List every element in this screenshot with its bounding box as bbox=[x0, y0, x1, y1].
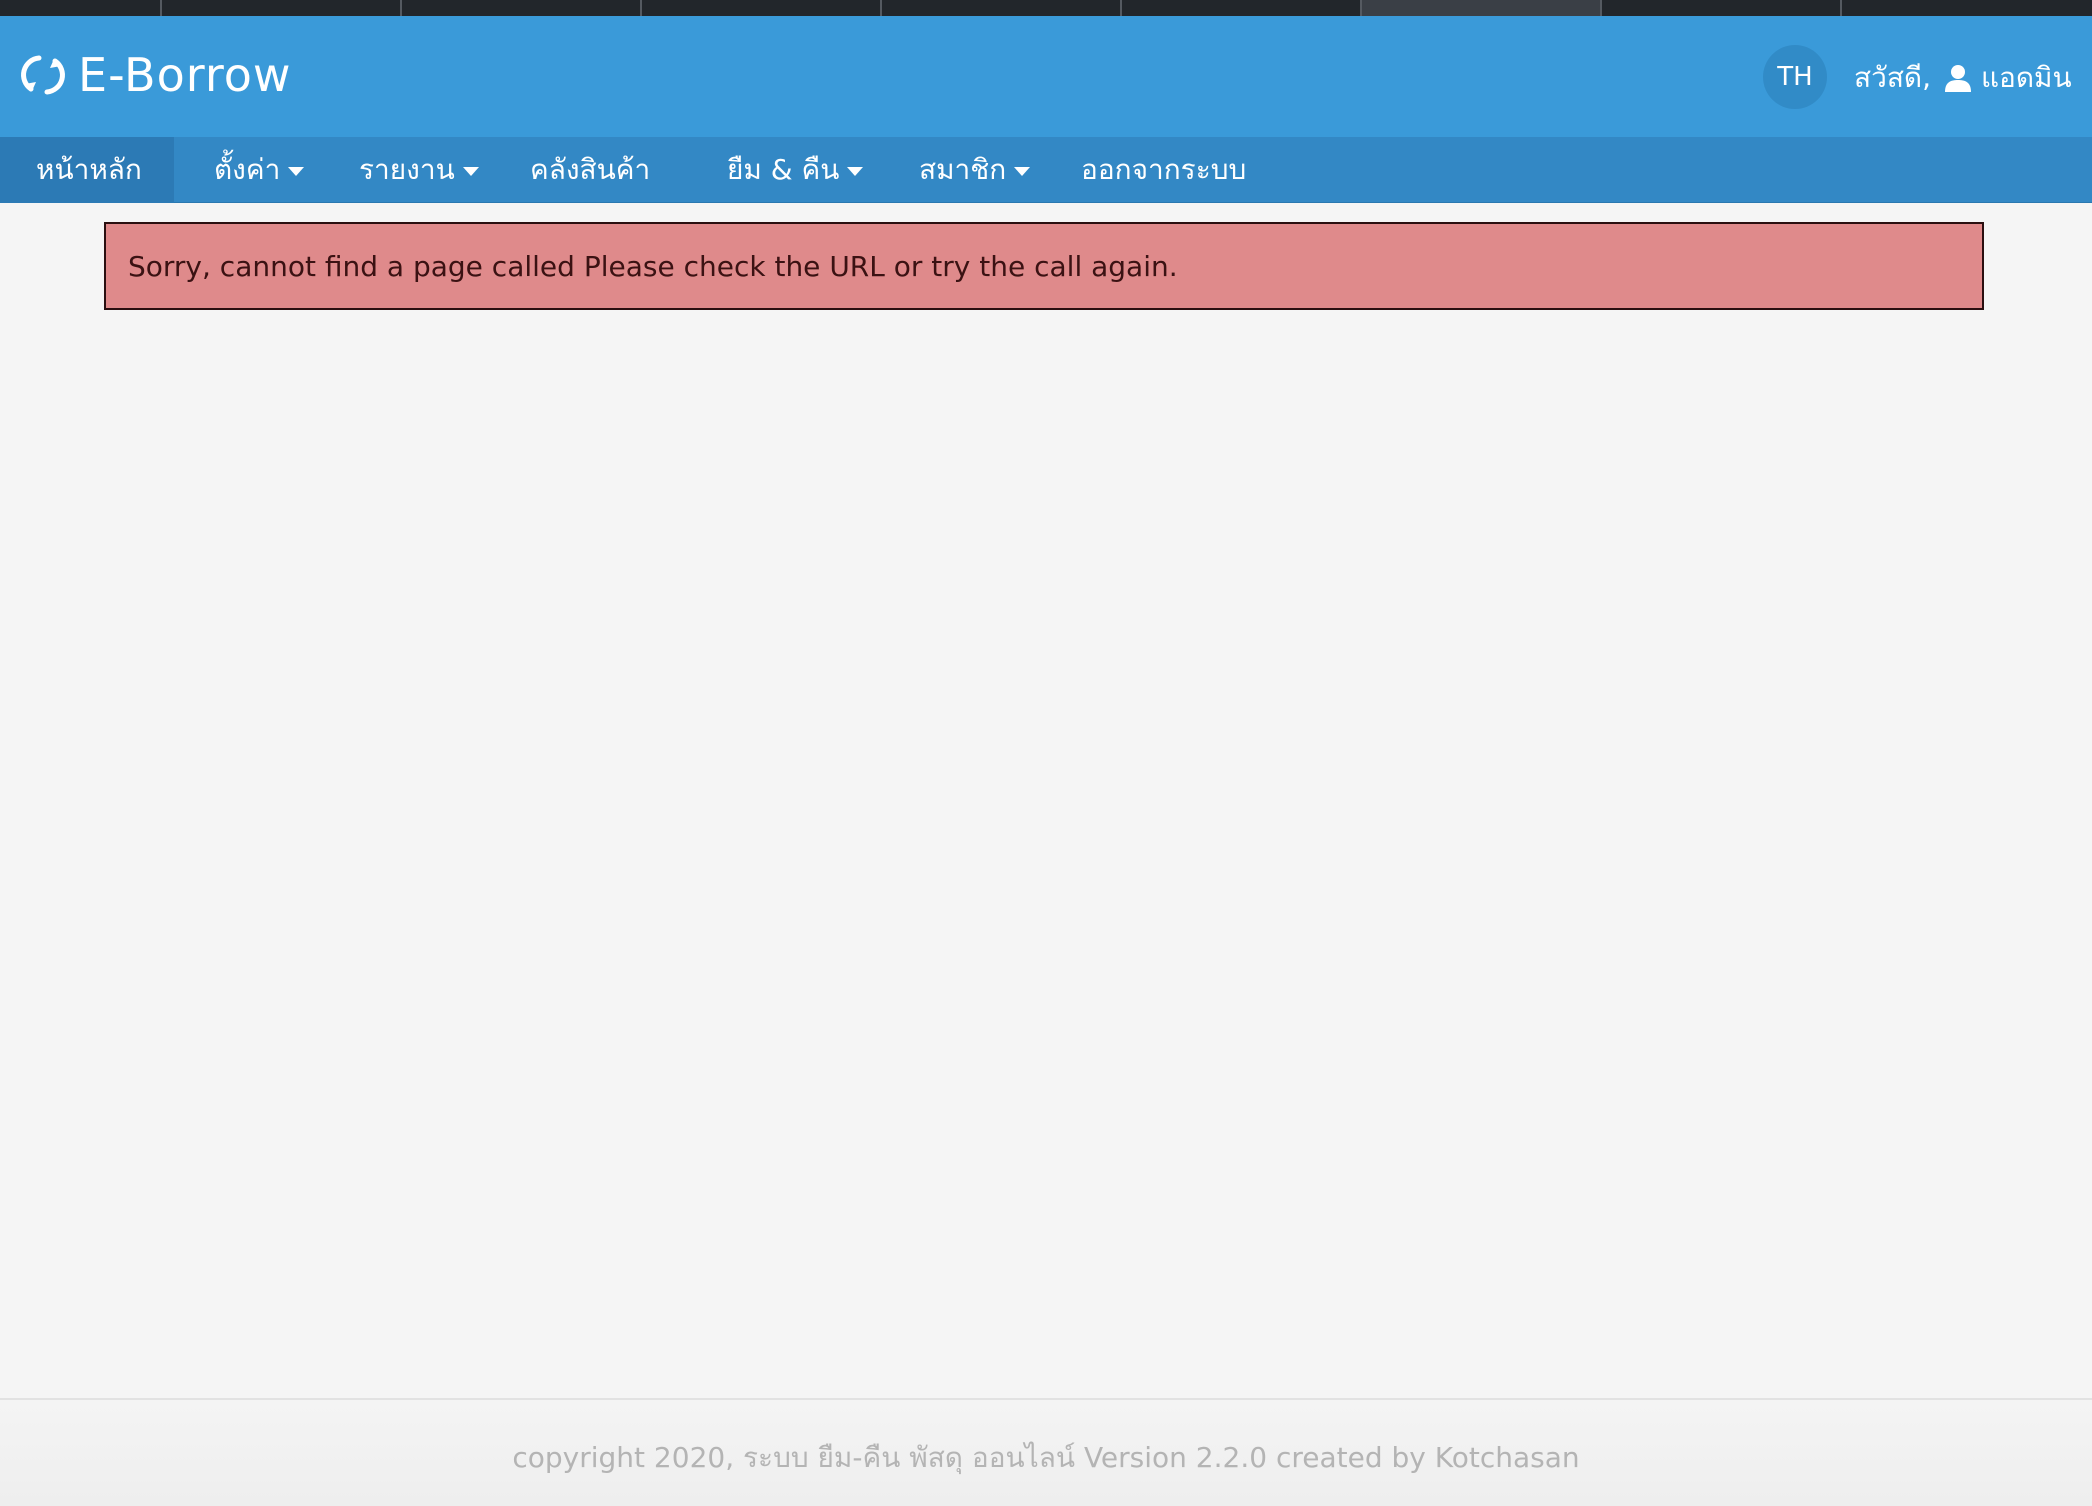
app-window: E-Borrow TH สวัสดี, แอดมิน หน้าหลัก ตั้ง… bbox=[0, 0, 2092, 1506]
caret-down-icon bbox=[462, 166, 479, 176]
app-title: E-Borrow bbox=[78, 48, 292, 102]
app-logo[interactable]: E-Borrow bbox=[20, 48, 292, 102]
nav-item-logout[interactable]: ออกจากระบบ bbox=[1081, 137, 1246, 203]
nav-item-borrow-return[interactable]: ยืม & คืน bbox=[727, 137, 864, 203]
nav-item-label: ตั้งค่า bbox=[214, 153, 281, 186]
user-icon bbox=[1945, 65, 1971, 92]
language-switch[interactable]: TH bbox=[1763, 45, 1827, 109]
nav-item-label: คลังสินค้า bbox=[530, 153, 651, 186]
browser-tab-active[interactable] bbox=[1362, 0, 1602, 16]
user-greeting[interactable]: สวัสดี, แอดมิน bbox=[1854, 56, 2072, 100]
browser-tab[interactable] bbox=[1122, 0, 1362, 16]
user-name: แอดมิน bbox=[1981, 61, 2072, 94]
browser-tab[interactable] bbox=[402, 0, 642, 16]
main-nav: หน้าหลัก ตั้งค่า รายงาน คลังสินค้า ยืม &… bbox=[0, 137, 2092, 203]
error-message: Sorry, cannot find a page called Please … bbox=[128, 249, 1178, 283]
browser-tab[interactable] bbox=[642, 0, 882, 16]
browser-tab[interactable] bbox=[162, 0, 402, 16]
footer-copyright: copyright 2020, ระบบ ยืม-คืน พัสดุ ออนไล… bbox=[512, 1441, 1580, 1474]
nav-item-inventory[interactable]: คลังสินค้า bbox=[530, 137, 650, 203]
browser-tab[interactable] bbox=[1602, 0, 1842, 16]
browser-tab-strip bbox=[0, 0, 2092, 16]
page-footer: copyright 2020, ระบบ ยืม-คืน พัสดุ ออนไล… bbox=[0, 1400, 2092, 1506]
nav-item-reports[interactable]: รายงาน bbox=[359, 137, 479, 203]
caret-down-icon bbox=[288, 166, 305, 176]
error-alert: Sorry, cannot find a page called Please … bbox=[104, 222, 1984, 310]
browser-tab[interactable] bbox=[0, 0, 162, 16]
refresh-icon bbox=[21, 55, 65, 95]
caret-down-icon bbox=[847, 166, 864, 176]
nav-item-settings[interactable]: ตั้งค่า bbox=[214, 137, 305, 203]
nav-item-members[interactable]: สมาชิก bbox=[919, 137, 1031, 203]
nav-item-label: รายงาน bbox=[359, 153, 455, 186]
app-header: E-Borrow TH สวัสดี, แอดมิน bbox=[0, 16, 2092, 137]
nav-item-label: ออกจากระบบ bbox=[1081, 153, 1247, 186]
nav-item-label: หน้าหลัก bbox=[36, 153, 142, 186]
nav-item-home[interactable]: หน้าหลัก bbox=[0, 137, 174, 203]
browser-tab[interactable] bbox=[882, 0, 1122, 16]
caret-down-icon bbox=[1014, 166, 1031, 176]
nav-item-label: ยืม & คืน bbox=[727, 153, 840, 186]
nav-item-label: สมาชิก bbox=[919, 153, 1007, 186]
greeting-text: สวัสดี, bbox=[1854, 61, 1931, 94]
